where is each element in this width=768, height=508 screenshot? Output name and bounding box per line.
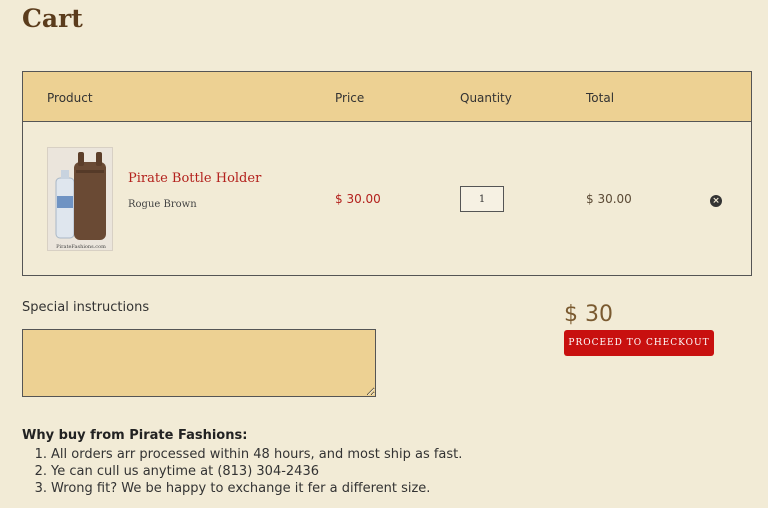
column-header-quantity: Quantity: [460, 91, 512, 105]
special-instructions-field[interactable]: [22, 329, 376, 397]
line-total: $ 30.00: [586, 192, 632, 206]
page-title: Cart: [22, 4, 83, 33]
close-circle-icon: ×: [712, 196, 720, 206]
cart-table-header: Product Price Quantity Total: [23, 72, 751, 122]
list-item: 1. All orders arr processed within 48 hou…: [34, 447, 463, 462]
image-caption: PirateFashions.com: [56, 244, 106, 250]
product-name-link[interactable]: Pirate Bottle Holder: [128, 171, 261, 186]
why-buy-heading: Why buy from Pirate Fashions:: [22, 428, 248, 443]
cart-page: Cart Product Price Quantity Total Pirate…: [0, 0, 768, 508]
column-header-product: Product: [47, 91, 93, 105]
cart-table: Product Price Quantity Total PirateFashi…: [22, 71, 752, 276]
why-buy-list: 1. All orders arr processed within 48 hou…: [30, 446, 463, 497]
column-header-price: Price: [335, 91, 365, 105]
cart-subtotal: $ 30: [564, 302, 613, 327]
list-item: 3. Wrong fit? We be happy to exchange it …: [34, 481, 431, 496]
product-variant: Rogue Brown: [128, 199, 197, 210]
product-price: $ 30.00: [335, 192, 381, 206]
list-item: 2. Ye can cull us anytime at (813) 304-24…: [34, 464, 319, 479]
proceed-to-checkout-button[interactable]: PROCEED TO CHECKOUT: [564, 330, 714, 356]
column-header-total: Total: [586, 91, 615, 105]
remove-item-button[interactable]: ×: [710, 195, 722, 207]
bottle-holder-image: PirateFashions.com: [48, 148, 112, 250]
special-instructions-label: Special instructions: [22, 300, 150, 315]
product-thumbnail[interactable]: PirateFashions.com: [47, 147, 113, 251]
quantity-input[interactable]: [460, 186, 504, 212]
